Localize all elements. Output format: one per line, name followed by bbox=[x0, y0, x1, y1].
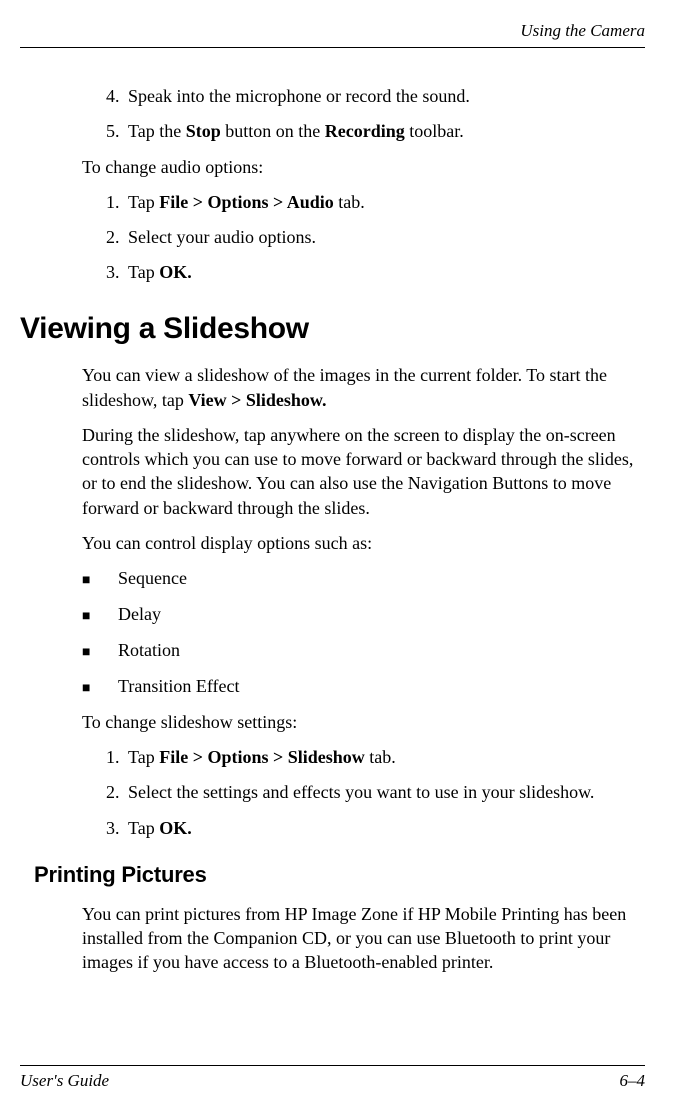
page-footer: User's Guide 6–4 bbox=[20, 1065, 645, 1093]
step-number: 2. bbox=[106, 225, 128, 249]
step-number: 5. bbox=[106, 119, 128, 143]
heading-printing-pictures: Printing Pictures bbox=[20, 860, 645, 890]
heading-viewing-slideshow: Viewing a Slideshow bbox=[20, 309, 645, 350]
footer-page-number: 6–4 bbox=[620, 1070, 646, 1093]
paragraph: To change audio options: bbox=[82, 155, 635, 179]
paragraph: You can print pictures from HP Image Zon… bbox=[82, 902, 635, 975]
square-bullet-icon: ■ bbox=[82, 572, 118, 591]
step-number: 3. bbox=[106, 816, 128, 840]
step-text: Tap File > Options > Slideshow tab. bbox=[128, 745, 635, 769]
numbered-step: 3. Tap OK. bbox=[82, 816, 635, 840]
numbered-step: 1. Tap File > Options > Slideshow tab. bbox=[82, 745, 635, 769]
step-text: Tap OK. bbox=[128, 816, 635, 840]
step-text: Tap OK. bbox=[128, 260, 635, 284]
page-header: Using the Camera bbox=[20, 20, 645, 48]
section-title: Using the Camera bbox=[520, 21, 645, 40]
bullet-item: ■ Transition Effect bbox=[82, 674, 635, 699]
paragraph: You can view a slideshow of the images i… bbox=[82, 363, 635, 412]
content-area: 4. Speak into the microphone or record t… bbox=[20, 84, 645, 285]
step-text: Tap the Stop button on the Recording too… bbox=[128, 119, 635, 143]
step-number: 3. bbox=[106, 260, 128, 284]
step-text: Select the settings and effects you want… bbox=[128, 780, 635, 804]
numbered-step: 4. Speak into the microphone or record t… bbox=[82, 84, 635, 108]
bullet-text: Delay bbox=[118, 602, 161, 626]
step-number: 2. bbox=[106, 780, 128, 804]
step-number: 4. bbox=[106, 84, 128, 108]
bullet-text: Rotation bbox=[118, 638, 180, 662]
numbered-step: 5. Tap the Stop button on the Recording … bbox=[82, 119, 635, 143]
paragraph: To change slideshow settings: bbox=[82, 710, 635, 734]
bullet-item: ■ Delay bbox=[82, 602, 635, 627]
numbered-step: 3. Tap OK. bbox=[82, 260, 635, 284]
square-bullet-icon: ■ bbox=[82, 608, 118, 627]
step-number: 1. bbox=[106, 745, 128, 769]
square-bullet-icon: ■ bbox=[82, 644, 118, 663]
square-bullet-icon: ■ bbox=[82, 680, 118, 699]
content-area: You can view a slideshow of the images i… bbox=[20, 363, 645, 840]
step-text: Tap File > Options > Audio tab. bbox=[128, 190, 635, 214]
bullet-text: Transition Effect bbox=[118, 674, 240, 698]
paragraph: You can control display options such as: bbox=[82, 531, 635, 555]
bullet-item: ■ Rotation bbox=[82, 638, 635, 663]
bullet-item: ■ Sequence bbox=[82, 566, 635, 591]
footer-left: User's Guide bbox=[20, 1070, 109, 1093]
step-text: Speak into the microphone or record the … bbox=[128, 84, 635, 108]
content-area: You can print pictures from HP Image Zon… bbox=[20, 902, 645, 975]
paragraph: During the slideshow, tap anywhere on th… bbox=[82, 423, 635, 520]
step-text: Select your audio options. bbox=[128, 225, 635, 249]
numbered-step: 1. Tap File > Options > Audio tab. bbox=[82, 190, 635, 214]
numbered-step: 2. Select your audio options. bbox=[82, 225, 635, 249]
numbered-step: 2. Select the settings and effects you w… bbox=[82, 780, 635, 804]
step-number: 1. bbox=[106, 190, 128, 214]
bullet-text: Sequence bbox=[118, 566, 187, 590]
